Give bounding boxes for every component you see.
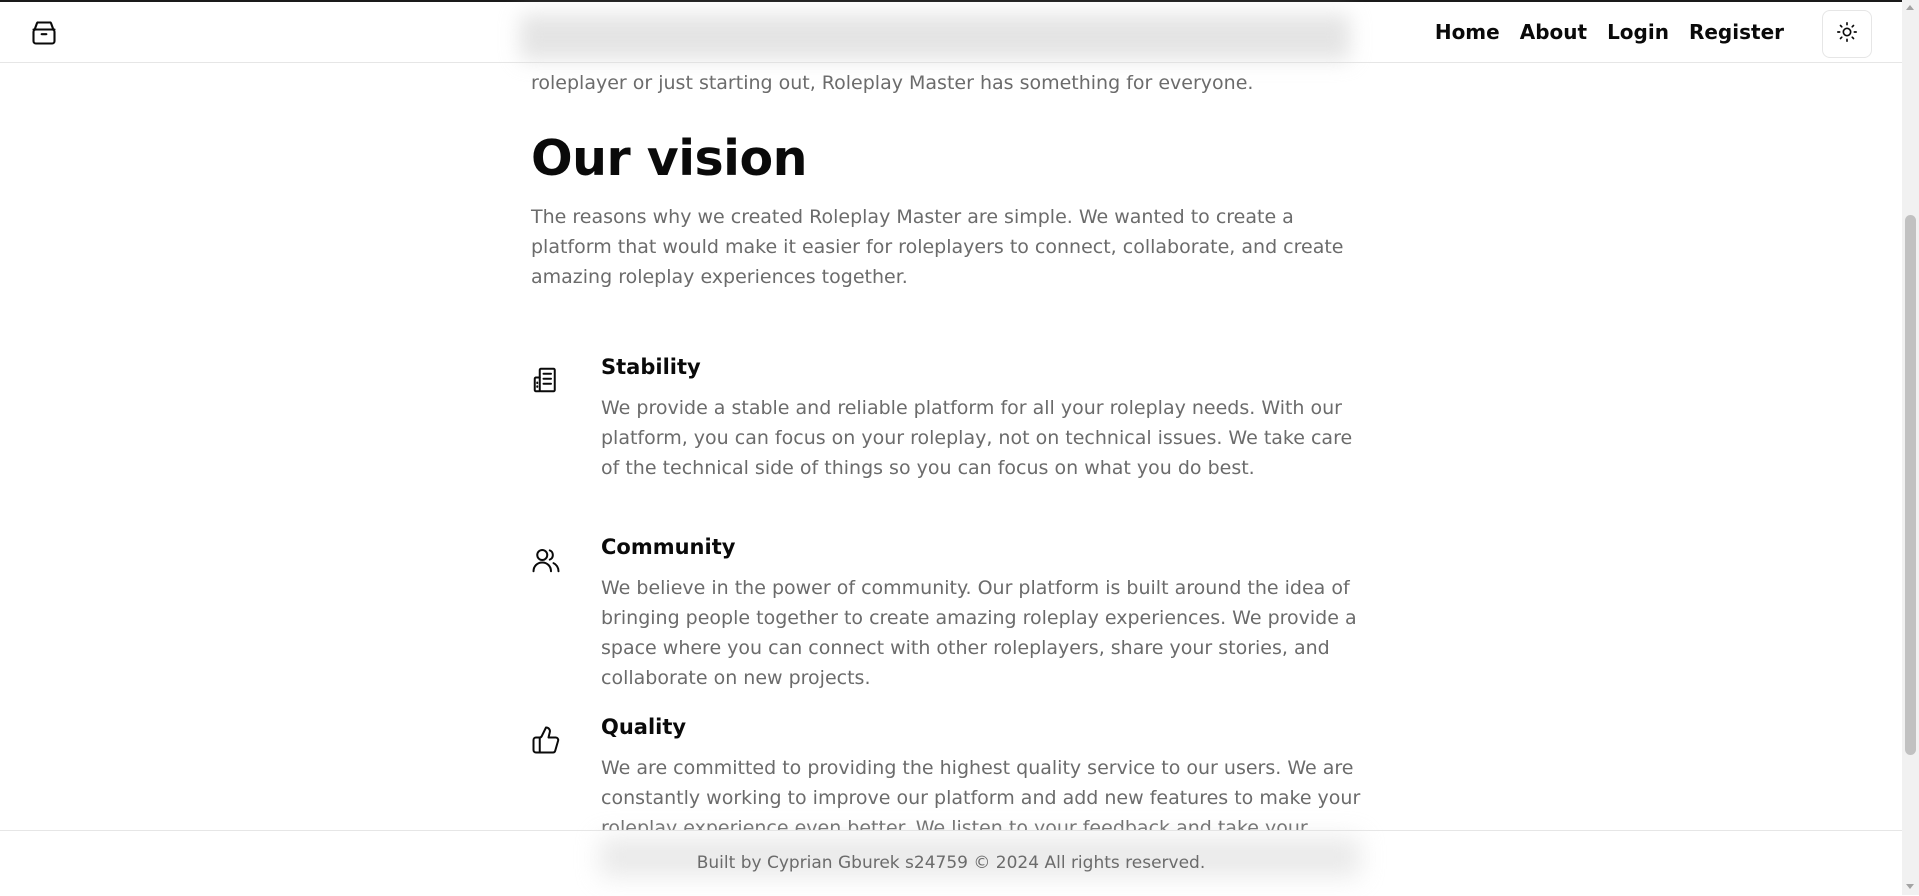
nav-login-link[interactable]: Login <box>1607 20 1669 44</box>
vision-heading: Our vision <box>531 130 808 187</box>
nav-links: Home About Login Register <box>1435 20 1784 44</box>
scroll-down-arrow[interactable] <box>1906 884 1914 889</box>
box-icon[interactable] <box>30 19 58 47</box>
users-icon <box>531 545 561 575</box>
vertical-scrollbar[interactable] <box>1902 0 1919 895</box>
feature-description: We provide a stable and reliable platfor… <box>601 397 1353 479</box>
feature-title: Stability <box>601 355 701 379</box>
feature-title: Quality <box>601 715 687 739</box>
scroll-up-arrow[interactable] <box>1906 5 1914 10</box>
nav-about-link[interactable]: About <box>1520 20 1587 44</box>
nav-register-link[interactable]: Register <box>1689 20 1784 44</box>
theme-toggle-button[interactable] <box>1822 10 1872 58</box>
scrollbar-thumb[interactable] <box>1905 215 1916 755</box>
footer-copyright: Built by Cyprian Gburek s24759 © 2024 Al… <box>696 853 1206 873</box>
thumbs-up-icon <box>531 725 561 755</box>
vision-paragraph: The reasons why we created Roleplay Mast… <box>531 206 1344 288</box>
intro-paragraph-tail: roleplayer or just starting out, Rolepla… <box>531 72 1254 94</box>
feature-title: Community <box>601 535 736 559</box>
top-navbar: Home About Login Register <box>0 2 1902 63</box>
feature-description: We believe in the power of community. Ou… <box>601 577 1357 689</box>
building-icon <box>531 365 561 395</box>
nav-home-link[interactable]: Home <box>1435 20 1500 44</box>
sun-icon <box>1836 21 1858 47</box>
page-footer: Built by Cyprian Gburek s24759 © 2024 Al… <box>0 830 1902 896</box>
